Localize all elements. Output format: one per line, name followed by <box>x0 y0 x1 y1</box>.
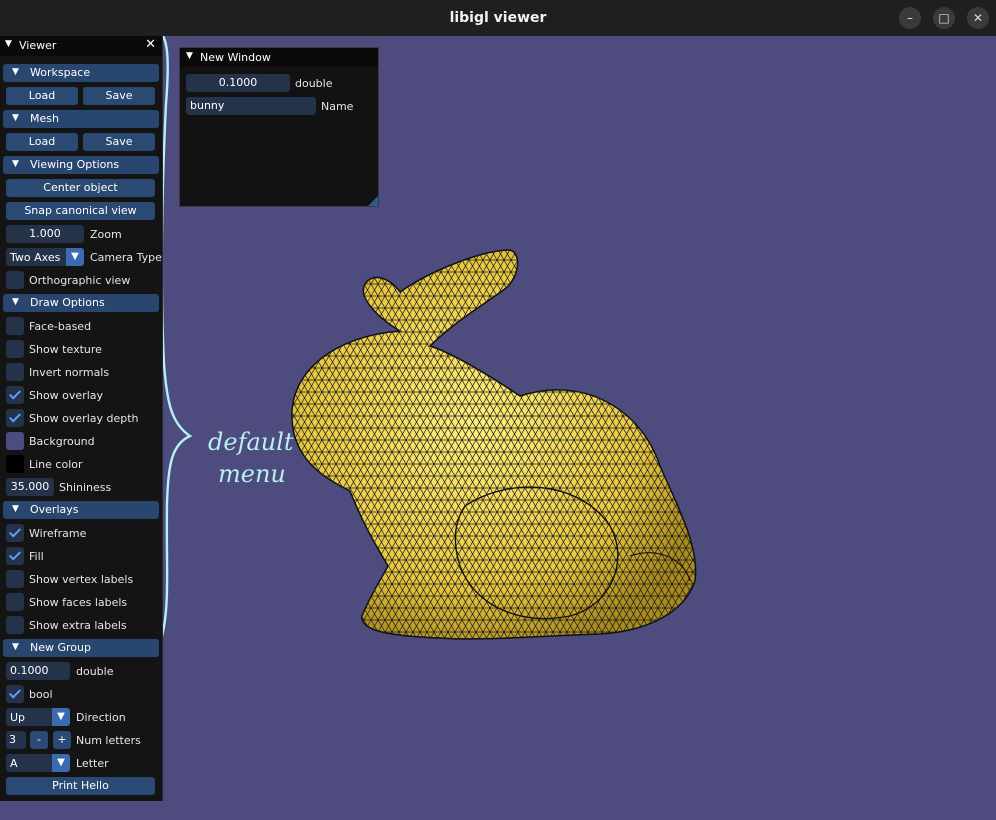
new-group-label: New Group <box>30 641 91 654</box>
shininess-input[interactable]: 35.000 <box>6 478 54 496</box>
double-label: double <box>76 665 114 678</box>
camera-type-value: Two Axes <box>10 251 61 264</box>
background-label: Background <box>29 435 95 448</box>
draw-options-header[interactable]: ▼ Draw Options <box>3 294 159 312</box>
snap-canonical-view-button[interactable]: Snap canonical view <box>6 202 155 220</box>
fill-label: Fill <box>29 550 44 563</box>
draw-options-label: Draw Options <box>30 296 105 309</box>
triangle-down-icon: ▼ <box>12 113 19 123</box>
show-overlay-label: Show overlay <box>29 389 104 402</box>
show-vertex-labels-label: Show vertex labels <box>29 573 134 586</box>
overlays-header[interactable]: ▼ Overlays <box>3 501 159 519</box>
wireframe-label: Wireframe <box>29 527 87 540</box>
letter-select[interactable]: A ▼ <box>6 754 70 772</box>
double-input[interactable]: 0.1000 <box>186 74 290 92</box>
show-vertex-labels-checkbox[interactable] <box>6 570 24 588</box>
viewing-options-label: Viewing Options <box>30 158 120 171</box>
triangle-down-icon: ▼ <box>12 67 19 77</box>
workspace-load-button[interactable]: Load <box>6 87 78 105</box>
viewer-title-bar[interactable]: ▼ Viewer ✕ <box>0 36 162 56</box>
maximize-icon[interactable]: □ <box>933 7 955 29</box>
background-color-swatch[interactable] <box>6 432 24 450</box>
num-letters-input[interactable]: 3 <box>6 731 26 749</box>
double-input[interactable]: 0.1000 <box>6 662 70 680</box>
orthographic-view-label: Orthographic view <box>29 274 131 287</box>
print-hello-button[interactable]: Print Hello <box>6 777 155 795</box>
viewer-menu: ▼ Viewer ✕ ▼ Workspace Load Save ▼ Mesh … <box>0 36 163 801</box>
show-texture-label: Show texture <box>29 343 102 356</box>
name-label: Name <box>321 100 354 113</box>
show-overlay-depth-label: Show overlay depth <box>29 412 139 425</box>
direction-value: Up <box>10 711 26 724</box>
minimize-icon[interactable]: – <box>899 7 921 29</box>
workspace-label: Workspace <box>30 66 91 79</box>
mesh-header[interactable]: ▼ Mesh <box>3 110 159 128</box>
camera-type-select[interactable]: Two Axes ▼ <box>6 248 84 266</box>
center-object-button[interactable]: Center object <box>6 179 155 197</box>
mesh-save-button[interactable]: Save <box>83 133 155 151</box>
chevron-down-icon[interactable]: ▼ <box>66 248 84 266</box>
new-window-title-bar[interactable]: ▼ New Window <box>180 48 378 67</box>
viewer-title: Viewer <box>19 39 57 52</box>
wireframe-checkbox[interactable] <box>6 524 24 542</box>
show-extra-labels-label: Show extra labels <box>29 619 127 632</box>
new-window: ▼ New Window 0.1000 double bunny Name <box>179 47 379 207</box>
chevron-down-icon[interactable]: ▼ <box>52 708 70 726</box>
window-title: libigl viewer <box>449 10 547 26</box>
viewer-canvas[interactable]: default menu ▼ New Window 0.1000 double … <box>0 36 996 820</box>
show-faces-labels-label: Show faces labels <box>29 596 128 609</box>
double-label: double <box>295 77 333 90</box>
annotation-menu: menu <box>218 460 286 488</box>
bool-label: bool <box>29 688 53 701</box>
name-input[interactable]: bunny <box>186 97 316 115</box>
face-based-checkbox[interactable] <box>6 317 24 335</box>
zoom-input[interactable]: 1.000 <box>6 225 84 243</box>
orthographic-view-checkbox[interactable] <box>6 271 24 289</box>
show-faces-labels-checkbox[interactable] <box>6 593 24 611</box>
overlays-label: Overlays <box>30 503 79 516</box>
triangle-down-icon: ▼ <box>12 159 19 169</box>
fill-checkbox[interactable] <box>6 547 24 565</box>
resize-grip[interactable] <box>368 196 378 206</box>
letter-label: Letter <box>76 757 109 770</box>
close-icon[interactable]: ✕ <box>967 7 989 29</box>
viewing-options-header[interactable]: ▼ Viewing Options <box>3 156 159 174</box>
increment-button[interactable]: + <box>53 731 71 749</box>
mesh-load-button[interactable]: Load <box>6 133 78 151</box>
close-icon[interactable]: ✕ <box>145 37 156 52</box>
annotation-default: default <box>208 428 294 456</box>
shininess-label: Shininess <box>59 481 112 494</box>
show-texture-checkbox[interactable] <box>6 340 24 358</box>
triangle-down-icon: ▼ <box>12 504 19 514</box>
mesh-label: Mesh <box>30 112 59 125</box>
chevron-down-icon[interactable]: ▼ <box>52 754 70 772</box>
face-based-label: Face-based <box>29 320 92 333</box>
invert-normals-label: Invert normals <box>29 366 110 379</box>
new-window-title: New Window <box>200 51 271 64</box>
line-color-swatch[interactable] <box>6 455 24 473</box>
new-group-header[interactable]: ▼ New Group <box>3 639 159 657</box>
show-overlay-checkbox[interactable] <box>6 386 24 404</box>
decrement-button[interactable]: - <box>30 731 48 749</box>
triangle-down-icon[interactable]: ▼ <box>186 51 193 61</box>
title-bar: libigl viewer – □ ✕ <box>0 0 996 36</box>
zoom-label: Zoom <box>90 228 122 241</box>
num-letters-label: Num letters <box>76 734 141 747</box>
invert-normals-checkbox[interactable] <box>6 363 24 381</box>
workspace-header[interactable]: ▼ Workspace <box>3 64 159 82</box>
triangle-down-icon: ▼ <box>12 642 19 652</box>
camera-type-label: Camera Type <box>90 251 162 264</box>
line-color-label: Line color <box>29 458 83 471</box>
letter-value: A <box>10 757 18 770</box>
bool-checkbox[interactable] <box>6 685 24 703</box>
direction-label: Direction <box>76 711 126 724</box>
bunny-mesh <box>291 249 697 640</box>
direction-select[interactable]: Up ▼ <box>6 708 70 726</box>
workspace-save-button[interactable]: Save <box>83 87 155 105</box>
show-overlay-depth-checkbox[interactable] <box>6 409 24 427</box>
triangle-down-icon: ▼ <box>12 297 19 307</box>
show-extra-labels-checkbox[interactable] <box>6 616 24 634</box>
triangle-down-icon[interactable]: ▼ <box>5 39 12 49</box>
